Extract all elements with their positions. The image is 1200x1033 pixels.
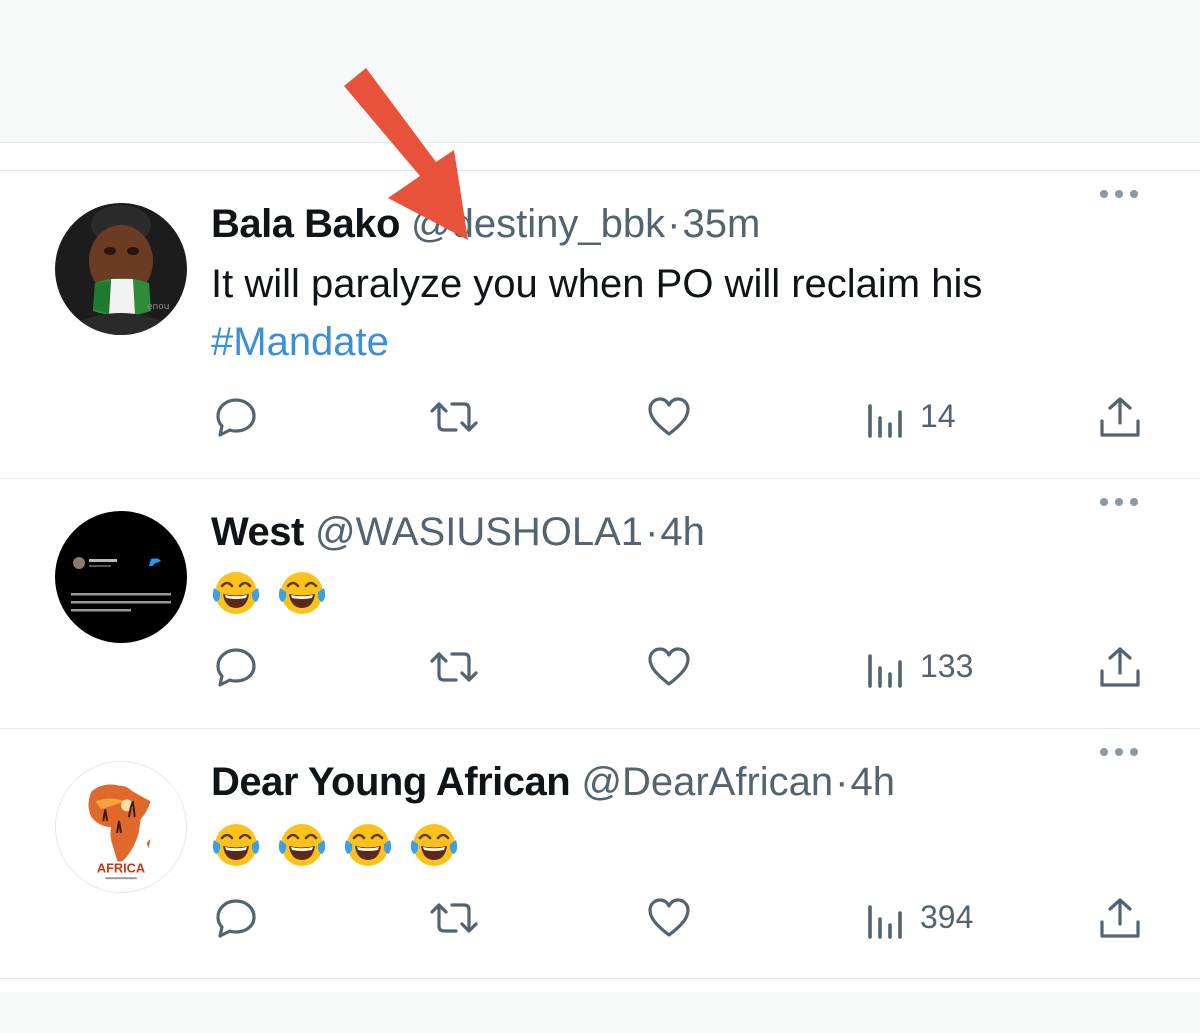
views-count: 14 <box>920 398 956 434</box>
face-with-tears-of-joy-emoji <box>410 824 458 866</box>
views-icon[interactable] <box>866 897 906 941</box>
face-with-tears-of-joy-emoji <box>278 572 326 614</box>
more-icon[interactable] <box>1098 188 1140 200</box>
avatar[interactable] <box>55 511 187 643</box>
separator: · <box>645 510 659 554</box>
retweet-icon[interactable] <box>428 395 480 439</box>
timestamp[interactable]: 4h <box>660 510 705 554</box>
tweet-header: West @WASIUSHOLA1·4h <box>211 508 705 556</box>
more-icon[interactable] <box>1098 746 1140 758</box>
emoji-row <box>211 568 341 618</box>
like-icon[interactable] <box>646 896 692 940</box>
face-with-tears-of-joy-emoji <box>278 824 326 866</box>
tweet-west[interactable]: West @WASIUSHOLA1·4h 133 <box>0 478 1200 728</box>
avatar[interactable]: AFRICA <box>55 761 187 893</box>
separator: · <box>835 760 849 804</box>
retweet-icon[interactable] <box>428 645 480 689</box>
reply-icon[interactable] <box>213 645 259 689</box>
like-icon[interactable] <box>646 395 692 439</box>
display-name[interactable]: West <box>211 510 304 554</box>
tweet-text-line: It will paralyze you when PO will reclai… <box>211 262 983 306</box>
avatar[interactable]: enou <box>55 203 187 335</box>
divider <box>0 978 1200 979</box>
face-with-tears-of-joy-emoji <box>344 824 392 866</box>
share-icon[interactable] <box>1098 896 1142 940</box>
svg-text:enou: enou <box>147 302 169 312</box>
views-icon[interactable] <box>866 396 906 440</box>
user-handle[interactable]: @DearAfrican <box>581 760 833 804</box>
views-count: 133 <box>920 648 974 684</box>
user-handle[interactable]: @WASIUSHOLA1 <box>315 510 643 554</box>
tweet-dear-young-african[interactable]: AFRICA Dear Young African @DearAfrican·4… <box>0 728 1200 978</box>
share-icon[interactable] <box>1098 645 1142 689</box>
tweet-text: It will paralyze you when PO will reclai… <box>211 255 982 371</box>
top-bar-background <box>0 0 1200 142</box>
tweet-bala-bako[interactable]: enou Bala Bako @destiny_bbk·35m It will … <box>0 170 1200 478</box>
face-with-tears-of-joy-emoji <box>212 824 260 866</box>
views-count: 394 <box>920 899 974 935</box>
timestamp[interactable]: 35m <box>682 202 760 246</box>
africa-map-logo-avatar: AFRICA <box>56 762 186 892</box>
hashtag-link[interactable]: #Mandate <box>211 313 982 371</box>
views-icon[interactable] <box>866 646 906 690</box>
timestamp[interactable]: 4h <box>850 760 895 804</box>
retweet-icon[interactable] <box>428 896 480 940</box>
more-icon[interactable] <box>1098 496 1140 508</box>
bottom-bar-background <box>0 992 1200 1033</box>
woman-with-nigerian-flag-mask-avatar: enou <box>55 203 187 335</box>
reply-icon[interactable] <box>213 395 259 439</box>
tweet-header: Dear Young African @DearAfrican·4h <box>211 758 895 806</box>
like-icon[interactable] <box>646 645 692 689</box>
dark-quote-card-avatar <box>55 511 187 643</box>
display-name[interactable]: Dear Young African <box>211 760 571 804</box>
avatar-logo-text: AFRICA <box>97 860 145 875</box>
tweet-header: Bala Bako @destiny_bbk·35m <box>211 200 760 248</box>
reply-icon[interactable] <box>213 896 259 940</box>
timeline: enou Bala Bako @destiny_bbk·35m It will … <box>0 0 1200 1033</box>
divider <box>0 142 1200 143</box>
annotation-arrow-icon <box>344 68 468 240</box>
separator: · <box>667 202 681 246</box>
share-icon[interactable] <box>1098 395 1142 439</box>
face-with-tears-of-joy-emoji <box>212 572 260 614</box>
emoji-row <box>211 820 471 870</box>
